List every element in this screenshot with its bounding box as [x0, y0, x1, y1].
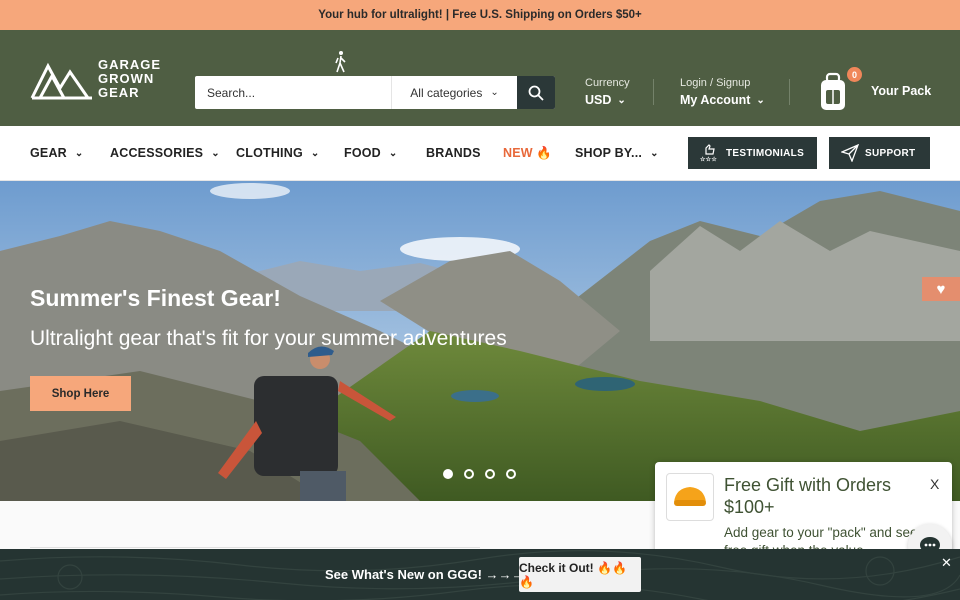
chevron-down-icon: ⌄: [310, 147, 320, 159]
check-it-out-button[interactable]: Check it Out! 🔥🔥🔥: [519, 557, 641, 592]
cart-count-badge: 0: [847, 67, 862, 82]
divider: [653, 79, 654, 105]
bottom-bar-text: See What's New on GGG! →→→: [325, 567, 525, 582]
testimonials-button[interactable]: ☆☆☆ TESTIMONIALS: [688, 137, 817, 169]
wishlist-tab[interactable]: ♥: [922, 277, 960, 301]
nav-item-shop-by[interactable]: SHOP BY... ⌄: [575, 146, 659, 160]
chevron-down-icon: ⌄: [74, 147, 84, 159]
backpack-icon[interactable]: [818, 72, 848, 112]
close-button[interactable]: X: [930, 476, 939, 492]
search-icon: [528, 85, 544, 101]
main-nav: GEAR ⌄ ACCESSORIES ⌄ CLOTHING ⌄ FOOD ⌄ BRAND…: [0, 126, 960, 181]
bottom-announcement-bar: See What's New on GGG! →→→ Check it Out!…: [0, 549, 960, 600]
hero-banner: Summer's Finest Gear! Ultralight gear th…: [0, 181, 960, 501]
carousel-dots: [443, 469, 516, 479]
close-icon[interactable]: ✕: [941, 555, 952, 571]
nav-item-gear[interactable]: GEAR ⌄: [30, 146, 84, 160]
currency-selector[interactable]: Currency USD ⌄: [585, 77, 630, 107]
gift-cap-icon: [674, 487, 706, 506]
my-account-label: My Account: [680, 93, 751, 107]
your-pack-link[interactable]: Your Pack: [871, 84, 931, 98]
support-button[interactable]: SUPPORT: [829, 137, 930, 169]
logo[interactable]: GARAGE GROWN GEAR: [30, 57, 170, 101]
chevron-down-icon: ⌄: [211, 147, 220, 159]
account-menu[interactable]: Login / Signup My Account ⌄: [680, 77, 765, 107]
search-input[interactable]: [195, 76, 391, 109]
paper-plane-icon: [841, 144, 859, 162]
nav-item-clothing[interactable]: CLOTHING ⌄: [236, 146, 319, 160]
hero-title: Summer's Finest Gear!: [30, 285, 281, 311]
currency-value: USD: [585, 93, 612, 107]
mountain-logo-icon: [30, 62, 92, 100]
promo-text: Your hub for ultralight! | Free U.S. Shi…: [318, 9, 642, 21]
nav-item-brands[interactable]: BRANDS: [426, 146, 481, 160]
gift-thumbnail: [666, 473, 714, 521]
divider: [789, 79, 790, 105]
category-select[interactable]: All categories ⌄: [391, 76, 517, 109]
hiker-icon: [335, 51, 346, 73]
carousel-dot[interactable]: [443, 469, 453, 479]
thumbs-up-stars-icon: ☆☆☆: [700, 144, 717, 162]
search-button[interactable]: [517, 76, 555, 109]
currency-label: Currency: [585, 77, 630, 89]
carousel-dot[interactable]: [506, 469, 516, 479]
login-signup-link[interactable]: Login / Signup: [680, 77, 765, 89]
chevron-down-icon: ⌄: [650, 147, 659, 159]
chevron-down-icon: ⌄: [490, 87, 499, 98]
search-bar: All categories ⌄: [195, 76, 555, 109]
carousel-dot[interactable]: [464, 469, 474, 479]
gift-title: Free Gift with Orders $100+: [724, 475, 892, 517]
chevron-down-icon: ⌄: [388, 147, 398, 159]
nav-item-accessories[interactable]: ACCESSORIES ⌄: [110, 146, 220, 160]
carousel-dot[interactable]: [485, 469, 495, 479]
logo-text: GARAGE GROWN GEAR: [98, 57, 162, 100]
category-select-value: All categories: [410, 85, 483, 100]
chevron-down-icon: ⌄: [617, 94, 626, 106]
promo-bar: Your hub for ultralight! | Free U.S. Shi…: [0, 0, 960, 30]
nav-item-food[interactable]: FOOD ⌄: [344, 146, 398, 160]
divider: [30, 547, 480, 548]
chevron-down-icon: ⌄: [756, 94, 765, 106]
heart-icon: ♥: [936, 280, 946, 298]
shop-here-button[interactable]: Shop Here: [30, 376, 131, 411]
site-header: GARAGE GROWN GEAR All categories ⌄ Curre…: [0, 30, 960, 126]
hero-subtitle: Ultralight gear that's fit for your summ…: [30, 327, 507, 350]
svg-text:☆☆☆: ☆☆☆: [700, 156, 717, 162]
nav-item-new[interactable]: NEW 🔥: [503, 146, 552, 161]
